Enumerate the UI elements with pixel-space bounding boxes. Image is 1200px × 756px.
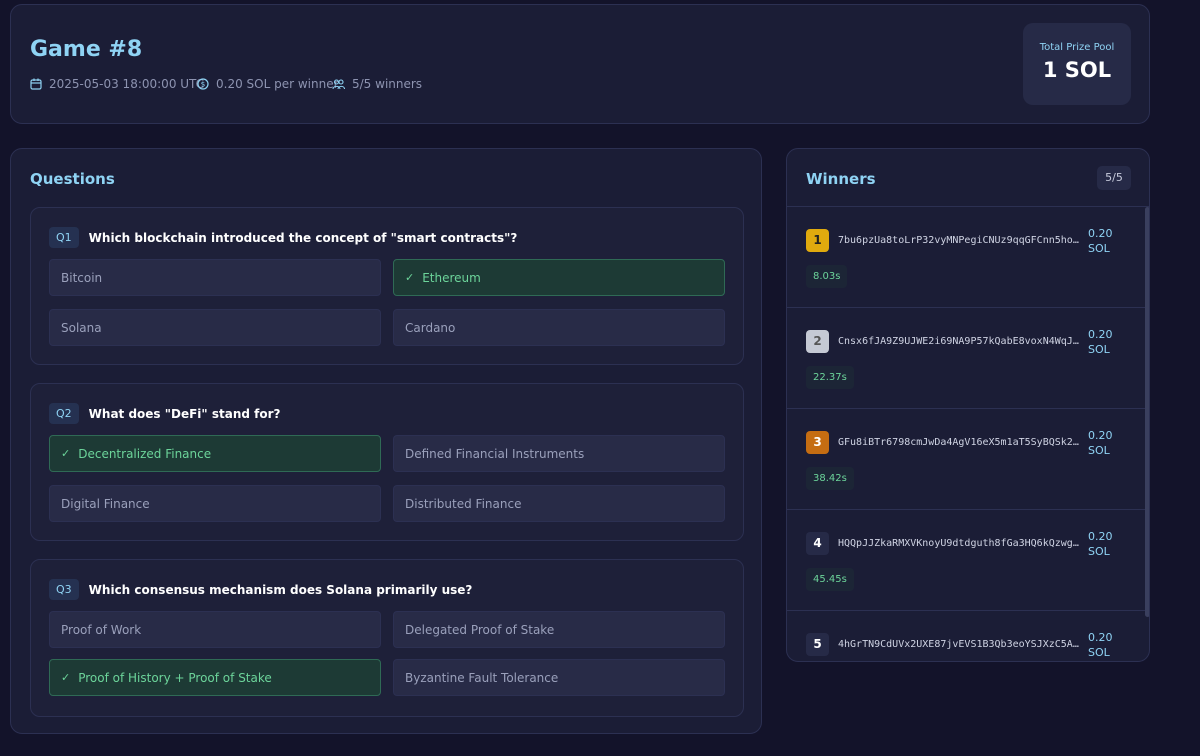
game-header: Game #8 2025-05-03 18:00:00 UTC $ 0.20 S…	[10, 4, 1150, 124]
winner-row: 3 GFu8iBTr6798cmJwDa4AgV16eX5m1aT5SyBQSk…	[787, 409, 1147, 510]
winner-amount: 0.20 SOL	[1088, 227, 1113, 255]
option-proof-of-work[interactable]: Proof of Work	[49, 611, 381, 648]
winner-amount: 0.20 SOL	[1088, 328, 1113, 356]
winners-title: Winners	[806, 170, 876, 188]
winner-address: GFu8iBTr6798cmJwDa4AgV16eX5m1aT5SyBQSk2R…	[838, 437, 1080, 448]
winner-row: 5 4hGrTN9CdUVx2UXE87jvEVS1B3Qb3eoYSJXzC5…	[787, 611, 1147, 661]
rank-badge: 2	[806, 330, 829, 353]
game-date-text: 2025-05-03 18:00:00 UTC	[49, 77, 205, 91]
rank-badge: 5	[806, 633, 829, 656]
rank-badge: 3	[806, 431, 829, 454]
game-title: Game #8	[30, 37, 143, 62]
question-card-2: Q2 What does "DeFi" stand for? ✓ Decentra…	[30, 383, 744, 541]
question-header: Q3 Which consensus mechanism does Solana…	[49, 579, 472, 600]
question-text: Which blockchain introduced the concept …	[88, 230, 518, 245]
question-badge: Q3	[49, 579, 79, 600]
prize-pool-label: Total Prize Pool	[1039, 42, 1115, 53]
option-distributed-finance[interactable]: Distributed Finance	[393, 485, 725, 522]
winner-address: 4hGrTN9CdUVx2UXE87jvEVS1B3Qb3eoYSJXzC5AG…	[838, 639, 1080, 650]
option-decentralized-finance-correct[interactable]: ✓ Decentralized Finance	[49, 435, 381, 472]
winner-time: 38.42s	[806, 467, 854, 490]
option-label: Digital Finance	[61, 496, 150, 511]
option-label: Bitcoin	[61, 270, 103, 285]
check-icon: ✓	[405, 271, 415, 284]
rank-badge: 1	[806, 229, 829, 252]
winner-row: 4 HQQpJJZkaRMXVKnoyU9dtdguth8fGa3HQ6kQzw…	[787, 510, 1147, 611]
users-icon	[332, 78, 345, 90]
option-digital-finance[interactable]: Digital Finance	[49, 485, 381, 522]
option-proof-of-history-correct[interactable]: ✓ Proof of History + Proof of Stake	[49, 659, 381, 696]
question-text: What does "DeFi" stand for?	[88, 406, 281, 421]
coin-icon: $	[197, 78, 209, 90]
question-text: Which consensus mechanism does Solana pr…	[88, 582, 473, 597]
winners-summary-text: 5/5 winners	[352, 77, 423, 91]
option-label: Ethereum	[422, 270, 481, 285]
game-date: 2025-05-03 18:00:00 UTC	[30, 77, 204, 91]
per-winner-text: 0.20 SOL per winner	[216, 77, 339, 91]
option-bitcoin[interactable]: Bitcoin	[49, 259, 381, 296]
option-label: Delegated Proof of Stake	[405, 622, 555, 637]
winner-row: 2 Cnsx6fJA9Z9UJWE2i69NA9P57kQabE8voxN4Wq…	[787, 308, 1147, 409]
winner-row: 1 7bu6pzUa8toLrP32vyMNPegiCNUz9qqGFCnn5h…	[787, 207, 1147, 308]
option-label: Solana	[61, 320, 102, 335]
option-label: Cardano	[405, 320, 456, 335]
winner-time: 22.37s	[806, 366, 854, 389]
option-label: Defined Financial Instruments	[405, 446, 585, 461]
option-defined-financial-instruments[interactable]: Defined Financial Instruments	[393, 435, 725, 472]
check-icon: ✓	[61, 447, 71, 460]
option-label: Distributed Finance	[405, 496, 522, 511]
prize-pool-card: Total Prize Pool 1 SOL	[1023, 23, 1131, 105]
option-ethereum-correct[interactable]: ✓ Ethereum	[393, 259, 725, 296]
winner-address: 7bu6pzUa8toLrP32vyMNPegiCNUz9qqGFCnn5hog…	[838, 235, 1080, 246]
option-cardano[interactable]: Cardano	[393, 309, 725, 346]
calendar-icon	[30, 78, 42, 90]
check-icon: ✓	[61, 671, 71, 684]
question-card-3: Q3 Which consensus mechanism does Solana…	[30, 559, 744, 717]
winner-address: HQQpJJZkaRMXVKnoyU9dtdguth8fGa3HQ6kQzwgJ…	[838, 538, 1080, 549]
question-header: Q2 What does "DeFi" stand for?	[49, 403, 280, 424]
questions-panel: Questions Q1 Which blockchain introduced…	[10, 148, 762, 734]
option-label: Byzantine Fault Tolerance	[405, 670, 559, 685]
winner-amount: 0.20 SOL	[1088, 530, 1113, 558]
option-byzantine-fault-tolerance[interactable]: Byzantine Fault Tolerance	[393, 659, 725, 696]
rank-badge: 4	[806, 532, 829, 555]
per-winner: $ 0.20 SOL per winner	[197, 77, 339, 91]
prize-pool-value: 1 SOL	[1042, 58, 1112, 82]
winners-summary: 5/5 winners	[332, 77, 422, 91]
winner-amount: 0.20 SOL	[1088, 631, 1113, 659]
question-card-1: Q1 Which blockchain introduced the conce…	[30, 207, 744, 365]
option-label: Decentralized Finance	[78, 446, 212, 461]
svg-text:$: $	[201, 81, 205, 89]
winners-count-badge: 5/5	[1097, 166, 1131, 190]
winner-time: 8.03s	[806, 265, 848, 288]
winner-amount: 0.20 SOL	[1088, 429, 1113, 457]
option-label: Proof of Work	[61, 622, 142, 637]
winners-panel: Winners 5/5 1 7bu6pzUa8toLrP32vyMNPegiCN…	[786, 148, 1150, 662]
option-solana[interactable]: Solana	[49, 309, 381, 346]
questions-title: Questions	[30, 170, 115, 188]
winners-scrollbar[interactable]	[1145, 207, 1149, 617]
question-header: Q1 Which blockchain introduced the conce…	[49, 227, 517, 248]
winner-address: Cnsx6fJA9Z9UJWE2i69NA9P57kQabE8voxN4WqJ3…	[838, 336, 1080, 347]
option-delegated-proof-of-stake[interactable]: Delegated Proof of Stake	[393, 611, 725, 648]
question-badge: Q1	[49, 227, 79, 248]
option-label: Proof of History + Proof of Stake	[78, 670, 272, 685]
winner-time: 45.45s	[806, 568, 854, 591]
question-badge: Q2	[49, 403, 79, 424]
